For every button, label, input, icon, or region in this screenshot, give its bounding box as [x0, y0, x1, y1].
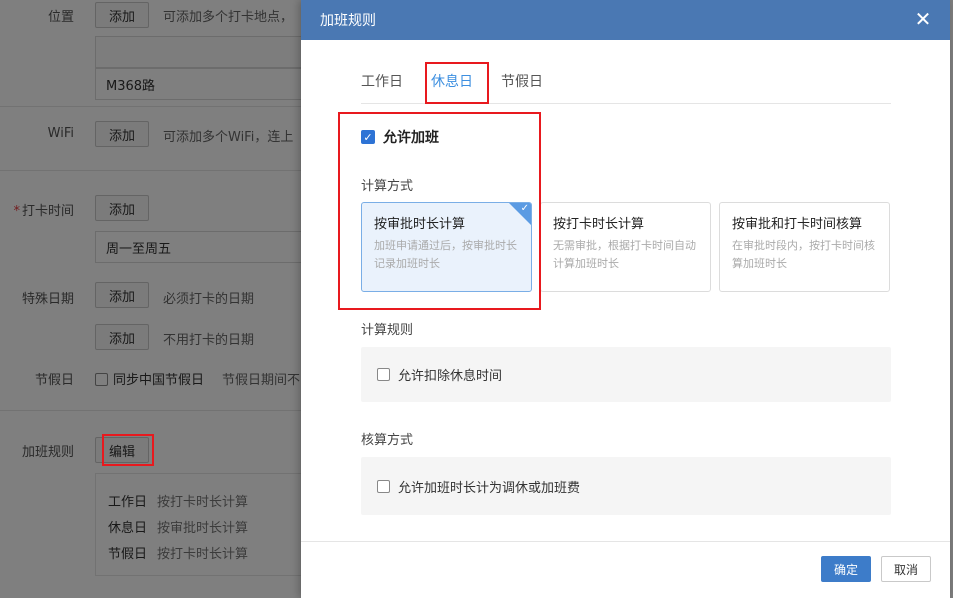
cancel-button[interactable]: 取消: [881, 556, 931, 582]
option-title: 按审批和打卡时间核算: [732, 217, 863, 232]
calc-option-approval-and-checkin[interactable]: 按审批和打卡时间核算 在审批时段内，按打卡时间核算加班时长: [719, 202, 890, 292]
calc-method-label: 计算方式: [361, 179, 414, 194]
check-icon: ✓: [520, 203, 529, 214]
tab-workday[interactable]: 工作日: [361, 71, 403, 91]
calc-rule-label: 计算规则: [361, 323, 414, 338]
tab-holiday[interactable]: 节假日: [501, 71, 543, 91]
option-title: 按打卡时长计算: [553, 217, 645, 232]
tab-restday[interactable]: 休息日: [431, 71, 473, 91]
allow-overtime-checkbox[interactable]: ✓ 允许加班: [361, 127, 439, 147]
option-title: 按审批时长计算: [374, 217, 466, 232]
overtime-rules-modal: 加班规则 ✕ 工作日 休息日 节假日 ✓ 允许加班 计算方式 按审批时长计算 加…: [301, 0, 950, 598]
modal-header: 加班规则 ✕: [301, 0, 950, 40]
option-desc: 无需审批，根据打卡时间自动计算加班时长: [553, 239, 696, 270]
checkbox-icon[interactable]: [377, 479, 390, 493]
calc-option-approval[interactable]: 按审批时长计算 加班申请通过后，按审批时长记录加班时长 ✓: [361, 202, 532, 292]
modal-title: 加班规则: [320, 13, 376, 29]
allow-overtime-label: 允许加班: [383, 130, 439, 146]
comp-time-or-pay-label[interactable]: 允许加班时长计为调休或加班费: [398, 477, 580, 496]
settle-method-label: 核算方式: [361, 433, 414, 448]
settle-method-box: 允许加班时长计为调休或加班费: [361, 457, 891, 515]
checkbox-icon[interactable]: [377, 368, 390, 381]
confirm-button[interactable]: 确定: [821, 556, 871, 582]
calc-option-checkin[interactable]: 按打卡时长计算 无需审批，根据打卡时间自动计算加班时长: [540, 202, 711, 292]
modal-footer: 确定 取消: [301, 541, 950, 598]
day-type-tabs: 工作日 休息日 节假日: [361, 66, 891, 104]
calc-rule-box: 允许扣除休息时间: [361, 347, 891, 402]
deduct-rest-time-label[interactable]: 允许扣除休息时间: [398, 365, 502, 384]
option-desc: 加班申请通过后，按审批时长记录加班时长: [374, 239, 517, 270]
checkbox-checked-icon: ✓: [361, 130, 375, 144]
close-icon[interactable]: ✕: [912, 8, 934, 30]
option-desc: 在审批时段内，按打卡时间核算加班时长: [732, 239, 875, 270]
